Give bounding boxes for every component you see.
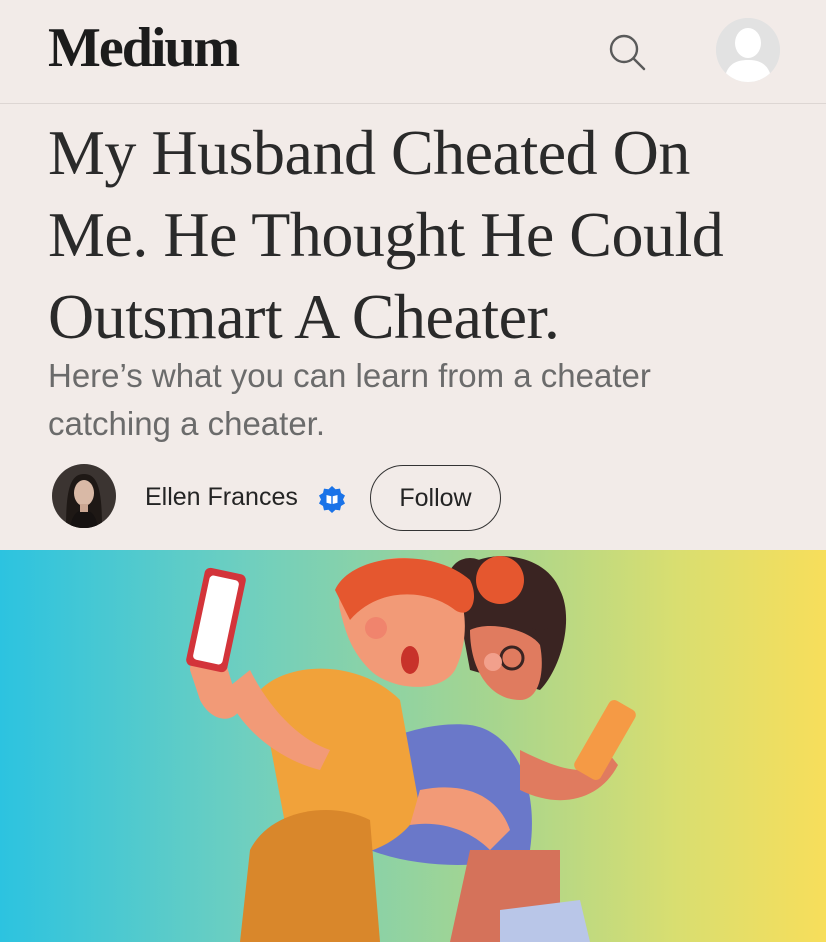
hero-image	[0, 550, 826, 942]
article-subtitle: Here’s what you can learn from a cheater…	[48, 357, 651, 442]
article-page: Medium My Husband Cheated On Me. He Thou…	[0, 0, 826, 942]
follow-button[interactable]: Follow	[370, 465, 501, 531]
article-title: My Husband Cheated On Me. He Thought He …	[48, 117, 724, 352]
author-photo	[52, 464, 116, 528]
top-bar: Medium	[0, 0, 826, 104]
profile-button[interactable]	[716, 18, 780, 82]
verified-book-badge-icon	[318, 485, 346, 513]
author-avatar[interactable]	[52, 464, 116, 528]
hero-illustration	[186, 556, 636, 942]
medium-logo[interactable]: Medium	[48, 16, 240, 80]
user-avatar-icon	[716, 18, 780, 82]
search-button[interactable]	[605, 30, 649, 74]
search-icon	[609, 34, 646, 71]
author-name[interactable]: Ellen Frances	[145, 483, 298, 512]
